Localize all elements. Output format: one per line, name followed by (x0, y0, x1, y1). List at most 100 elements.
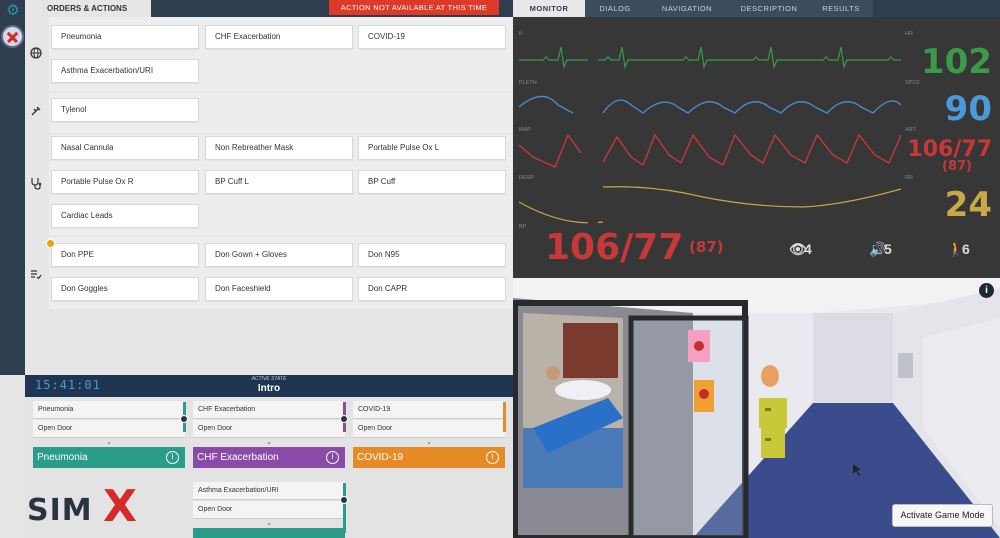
order-pulse-ox-l[interactable]: Portable Pulse Ox L (358, 136, 506, 160)
order-don-n95[interactable]: Don N95 (358, 243, 506, 267)
pleth-waveform (518, 95, 902, 114)
order-bp-cuff-l[interactable]: BP Cuff L (205, 170, 353, 194)
tab-navigation[interactable]: NAVIGATION (645, 0, 729, 17)
order-don-faceshield[interactable]: Don Faceshield (205, 277, 353, 301)
state-stripe (343, 483, 346, 533)
info-icon[interactable]: i (166, 451, 179, 464)
state-button-covid[interactable]: COVID-19 i (353, 447, 505, 468)
state-card-chf[interactable]: CHF Exacerbation Open Door ⌄ CHF Exacerb… (193, 401, 345, 468)
tab-monitor[interactable]: MONITOR (513, 0, 585, 17)
order-pneumonia[interactable]: Pneumonia (51, 25, 199, 49)
ecg-label: II (519, 31, 523, 37)
eye-count: 4 (804, 241, 812, 257)
card-action[interactable]: Open Door (353, 420, 505, 438)
hr-label: HR (905, 31, 913, 37)
rr-value: 24 (944, 185, 992, 225)
resp-label: RESP (519, 175, 534, 181)
state-card-asthma[interactable]: Asthma Exacerbation/URI Open Door ⌄ (193, 482, 345, 538)
active-state-label: ACTIVE STATE (251, 376, 287, 382)
spo2-value: 90 (944, 89, 992, 129)
globe-icon (25, 47, 47, 62)
tab-orders-actions[interactable]: ORDERS & ACTIONS (25, 0, 151, 17)
vitals-monitor: II PLETH MAP RESP BP HR SPO2 ART RR 102 … (513, 17, 1000, 278)
state-button-chf[interactable]: CHF Exacerbation i (193, 447, 345, 468)
state-stripe (503, 402, 506, 432)
sound-count: 5 (884, 241, 892, 257)
gear-icon[interactable]: ⚙ (4, 2, 22, 20)
order-tylenol[interactable]: Tylenol (51, 98, 199, 122)
order-don-ppe[interactable]: Don PPE (46, 239, 199, 267)
scene-graphic (513, 278, 1000, 538)
order-don-gown-gloves[interactable]: Don Gown + Gloves (205, 243, 353, 267)
right-tabs: MONITOR DIALOG NAVIGATION DESCRIPTION RE… (513, 0, 1000, 17)
art-mean: (87) (942, 159, 972, 174)
card-title: Asthma Exacerbation/URI (193, 482, 345, 500)
orders-panel: Pneumonia CHF Exacerbation COVID-19 Asth… (25, 17, 513, 375)
tab-description[interactable]: DESCRIPTION (729, 0, 809, 17)
active-state-value: Intro (257, 383, 281, 394)
close-icon[interactable] (1, 25, 24, 48)
map-label: MAP (519, 127, 531, 133)
order-covid-19[interactable]: COVID-19 (358, 25, 506, 49)
state-button-asthma[interactable] (193, 528, 345, 538)
state-card-pneumonia[interactable]: Pneumonia Open Door ⌄ Pneumonia i (33, 401, 185, 468)
walk-count: 6 (962, 241, 970, 257)
order-chf-exacerbation[interactable]: CHF Exacerbation (205, 25, 353, 49)
tab-results[interactable]: RESULTS (809, 0, 873, 17)
info-icon[interactable]: i (326, 451, 339, 464)
bp-label: BP (519, 224, 527, 230)
card-title: CHF Exacerbation (193, 401, 345, 419)
status-bar: 15:41:01 ACTIVE STATE Intro (25, 375, 513, 397)
map-waveform (518, 133, 902, 168)
card-title: COVID-19 (353, 401, 505, 419)
logo-mark: X (103, 481, 137, 532)
order-don-goggles[interactable]: Don Goggles (51, 277, 199, 301)
chevron-down-icon: ⌄ (426, 439, 432, 446)
card-action[interactable]: Open Door (193, 501, 345, 519)
pleth-label: PLETH (519, 80, 537, 86)
checklist-icon (25, 267, 47, 282)
spo2-label: SPO2 (905, 80, 920, 86)
node-icon (180, 415, 188, 423)
chevron-down-icon: ⌄ (106, 439, 112, 446)
state-label: COVID-19 (357, 452, 404, 463)
order-nasal-cannula[interactable]: Nasal Cannula (51, 136, 199, 160)
simx-logo: SIM X (27, 485, 152, 533)
order-non-rebreather[interactable]: Non Rebreather Mask (205, 136, 353, 160)
state-card-covid[interactable]: COVID-19 Open Door ⌄ COVID-19 i (353, 401, 505, 468)
stethoscope-icon (25, 177, 47, 193)
bp-large-value: 106/77 (545, 227, 684, 268)
hr-value: 102 (921, 42, 992, 82)
order-pulse-ox-r[interactable]: Portable Pulse Ox R (51, 170, 199, 194)
order-bp-cuff[interactable]: BP Cuff (358, 170, 506, 194)
action-not-available-banner: ACTION NOT AVAILABLE AT THIS TIME (329, 0, 499, 15)
resp-waveform (518, 186, 902, 224)
left-toolbar: ⚙ (0, 0, 25, 375)
node-icon (340, 415, 348, 423)
art-label: ART (905, 127, 916, 133)
syringe-icon (25, 105, 47, 120)
medications-section: Tylenol (25, 93, 513, 133)
chevron-down-icon: ⌄ (266, 520, 272, 527)
node-icon (340, 496, 348, 504)
simulation-3d-view[interactable]: i Activate Game Mode (513, 278, 1000, 538)
ppe-section: Don PPE Don Gown + Gloves Don N95 Don Go… (25, 237, 513, 309)
info-icon[interactable]: i (486, 451, 499, 464)
card-action[interactable]: Open Door (33, 420, 185, 438)
card-title: Pneumonia (33, 401, 185, 419)
logo-text: SIM (27, 493, 93, 528)
diagnoses-section: Pneumonia CHF Exacerbation COVID-19 Asth… (25, 17, 513, 91)
equipment-section: Nasal Cannula Non Rebreather Mask Portab… (25, 135, 513, 235)
activate-game-mode-button[interactable]: Activate Game Mode (892, 504, 993, 527)
order-asthma[interactable]: Asthma Exacerbation/URI (51, 59, 199, 83)
info-icon[interactable]: i (979, 283, 994, 298)
state-label: CHF Exacerbation (197, 452, 279, 463)
alert-dot (46, 239, 55, 248)
order-don-capr[interactable]: Don CAPR (358, 277, 506, 301)
state-button-pneumonia[interactable]: Pneumonia i (33, 447, 185, 468)
state-label: Pneumonia (37, 452, 88, 463)
card-action[interactable]: Open Door (193, 420, 345, 438)
tab-dialog[interactable]: DIALOG (585, 0, 645, 17)
order-cardiac-leads[interactable]: Cardiac Leads (51, 204, 199, 228)
scenario-status-panel: 15:41:01 ACTIVE STATE Intro Pneumonia Op… (25, 375, 513, 538)
